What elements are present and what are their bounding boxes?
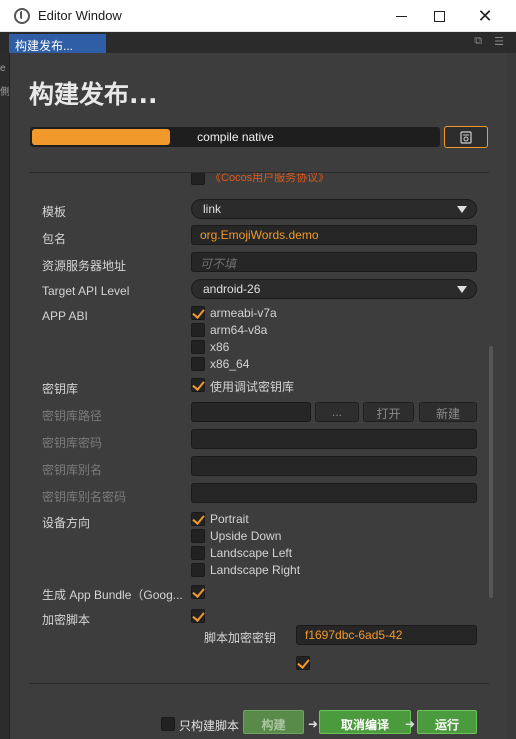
keystore-path-label: 密钥库路径	[42, 409, 103, 423]
run-button[interactable]: 运行	[417, 710, 477, 734]
window-title: Editor Window	[38, 8, 122, 23]
menu-icon[interactable]: ☰	[494, 35, 504, 48]
app-logo-icon	[14, 8, 30, 24]
tab-strip: 构建发布... ⧉ ☰	[0, 32, 516, 54]
log-icon	[460, 130, 472, 144]
key-alias-label: 密钥库别名	[42, 463, 103, 477]
orientation-portrait-checkbox[interactable]	[191, 512, 205, 526]
only-build-script-label: 只构建脚本	[179, 719, 240, 733]
abi-x86-label: x86	[210, 340, 230, 354]
template-value: link	[203, 202, 222, 216]
abi-armeabi-v7a-label: armeabi-v7a	[210, 306, 277, 320]
abi-x86-64-checkbox[interactable]	[191, 357, 205, 371]
use-debug-keystore-checkbox[interactable]	[191, 378, 205, 392]
abi-x86-64-label: x86_64	[210, 357, 250, 371]
orientation-landscape-right-label: Landscape Right	[210, 563, 301, 577]
popout-icon[interactable]: ⧉	[474, 35, 482, 48]
keystore-label: 密钥库	[42, 382, 79, 396]
encrypt-key-input[interactable]: f1697dbc-6ad5-42	[296, 625, 477, 645]
app-bundle-checkbox[interactable]	[191, 585, 205, 599]
encrypt-script-checkbox[interactable]	[191, 609, 205, 623]
target-api-value: android-26	[203, 282, 261, 296]
resource-server-input[interactable]: 可不填	[191, 252, 477, 272]
build-button[interactable]: 构建	[243, 710, 304, 734]
key-alias-password-label: 密钥库别名密码	[42, 490, 127, 504]
orientation-landscape-right-checkbox[interactable]	[191, 563, 205, 577]
abi-arm64-v8a-label: arm64-v8a	[210, 323, 268, 337]
orientation-landscape-left-checkbox[interactable]	[191, 546, 205, 560]
template-select[interactable]: link	[191, 199, 477, 219]
open-keystore-button[interactable]: 打开	[363, 402, 414, 422]
keystore-password-input[interactable]	[191, 429, 477, 449]
open-log-button[interactable]	[444, 126, 488, 148]
resource-server-label: 资源服务器地址	[42, 259, 127, 273]
cancel-compile-button[interactable]: 取消编译	[319, 710, 411, 734]
create-keystore-button[interactable]: 新建	[419, 402, 477, 422]
footer-actions: 只构建脚本 构建 ➜ 取消编译 ➜ 运行	[10, 703, 507, 734]
orientation-portrait-label: Portrait	[210, 512, 249, 526]
encrypt-key-label: 脚本加密密钥	[204, 631, 277, 645]
tab-actions: ⧉ ☰	[474, 35, 504, 48]
abi-arm64-v8a-checkbox[interactable]	[191, 323, 205, 337]
package-name-label: 包名	[42, 232, 67, 246]
build-options-form: 《Cocos用户服务协议》 模板 link 包名 org.EmojiWords.…	[30, 173, 495, 678]
scrollbar[interactable]	[489, 346, 493, 598]
chevron-down-icon	[457, 206, 467, 213]
close-icon: ✕	[477, 6, 493, 26]
encrypt-script-label: 加密脚本	[42, 613, 91, 627]
keystore-path-input[interactable]	[191, 402, 311, 422]
orientation-landscape-left-label: Landscape Left	[210, 546, 293, 560]
compress-zip-checkbox[interactable]	[296, 656, 310, 670]
orientation-label: 设备方向	[42, 516, 91, 530]
minimize-icon	[395, 15, 407, 17]
maximize-button[interactable]	[416, 0, 462, 32]
abi-x86-checkbox[interactable]	[191, 340, 205, 354]
chevron-down-icon	[457, 286, 467, 293]
tab-build-publish[interactable]: 构建发布...	[9, 34, 106, 54]
close-button[interactable]: ✕	[462, 0, 508, 32]
key-alias-password-input[interactable]	[191, 483, 477, 503]
background-editor-strip: e 側	[0, 53, 9, 739]
agreement-checkbox[interactable]	[191, 173, 205, 185]
use-debug-keystore-label: 使用调试密钥库	[210, 380, 295, 394]
build-progress-bar: compile native	[30, 127, 440, 147]
build-panel: 构建发布... compile native 《Cocos用户服务协议》 模板 …	[9, 53, 506, 739]
keystore-password-label: 密钥库密码	[42, 436, 103, 450]
arrow-right-icon: ➜	[405, 717, 416, 731]
page-title: 构建发布...	[29, 80, 158, 109]
only-build-script-checkbox[interactable]	[161, 717, 175, 731]
maximize-icon	[433, 10, 445, 22]
window-titlebar: Editor Window ✕	[0, 0, 516, 32]
key-alias-input[interactable]	[191, 456, 477, 476]
browse-button[interactable]: ...	[315, 402, 359, 422]
package-name-input[interactable]: org.EmojiWords.demo	[191, 225, 477, 245]
agreement-link[interactable]: 《Cocos用户服务协议》	[210, 173, 329, 185]
app-bundle-label: 生成 App Bundle（Goog...	[42, 588, 183, 602]
template-label: 模板	[42, 205, 67, 219]
target-api-select[interactable]: android-26	[191, 279, 477, 299]
window-body: 构建发布... ⧉ ☰ e 側 构建发布... compile native 《…	[0, 32, 516, 739]
progress-label: compile native	[197, 130, 274, 144]
target-api-label: Target API Level	[42, 284, 130, 298]
orientation-upside-down-checkbox[interactable]	[191, 529, 205, 543]
orientation-upside-down-label: Upside Down	[210, 529, 282, 543]
abi-armeabi-v7a-checkbox[interactable]	[191, 306, 205, 320]
arrow-right-icon: ➜	[308, 717, 319, 731]
footer-divider	[29, 683, 489, 684]
app-abi-label: APP ABI	[42, 309, 88, 323]
